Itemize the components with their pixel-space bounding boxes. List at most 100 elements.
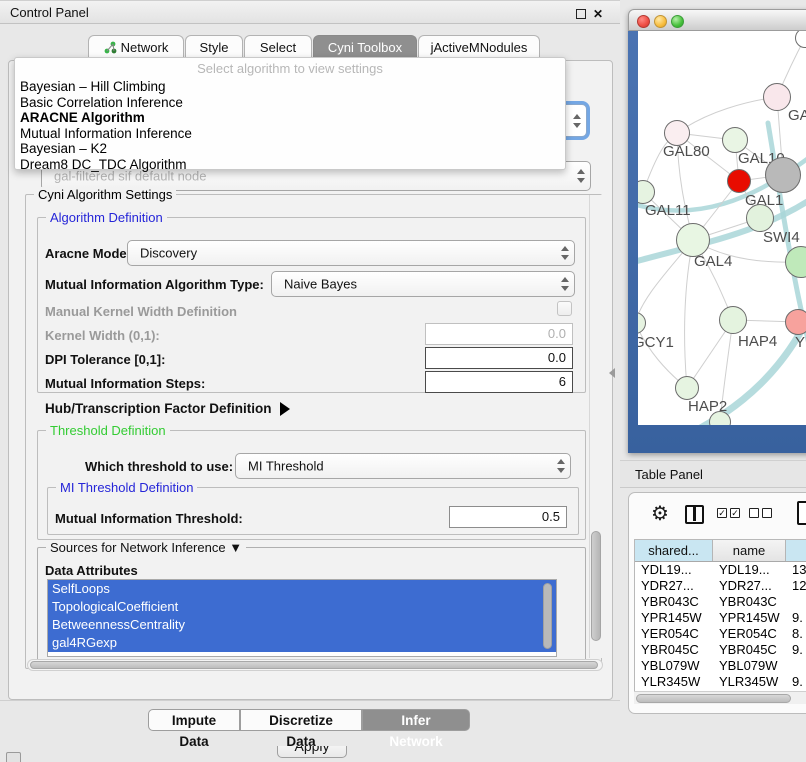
which-threshold-value: MI Threshold (248, 459, 324, 474)
tab-label: Select (260, 40, 296, 55)
mi-threshold-field[interactable]: 0.5 (449, 506, 567, 528)
manual-kernel-label: Manual Kernel Width Definition (45, 304, 237, 319)
app-root: Control Panel ✕ NetworkStyleSelectCyni T… (0, 0, 806, 762)
table-row[interactable]: YLR345WYLR345W9. (635, 674, 806, 690)
mi-type-label: Mutual Information Algorithm Type: (45, 277, 264, 292)
column-header-name[interactable]: name (713, 540, 786, 561)
table-row[interactable]: YBR043CYBR043C (635, 594, 806, 610)
table-row[interactable]: YBR045CYBR045C9. (635, 642, 806, 658)
mi-type-combobox[interactable]: Naive Bayes (271, 271, 575, 297)
table-cell: YBR045C (635, 642, 713, 658)
mi-type-value: Naive Bayes (284, 277, 357, 292)
dock-chip-icon[interactable] (6, 752, 21, 762)
settings-vscroll-thumb[interactable] (591, 531, 601, 641)
table-cell: YPR145W (713, 610, 786, 626)
algorithm-option[interactable]: Bayesian – Hill Climbing (15, 79, 565, 95)
table-cell: YBL079W (635, 658, 713, 674)
network-node-hap4[interactable] (719, 306, 747, 334)
table-toolbar: ⚙ ✓ ✓ (629, 493, 806, 537)
select-all-icon[interactable]: ✓ ✓ (717, 508, 740, 518)
table-cell: YBR043C (635, 594, 713, 610)
tab-label: Style (200, 40, 229, 55)
table-cell (786, 658, 806, 674)
network-node-swi4[interactable] (746, 204, 774, 232)
hub-definition-label: Hub/Transcription Factor Definition (45, 401, 272, 416)
node-table[interactable]: shared...name YDL19...YDL19...13YDR27...… (634, 539, 806, 704)
node-label: GAL80 (663, 143, 710, 160)
network-node-gal4[interactable] (676, 223, 710, 257)
settings-horizontal-scrollbar[interactable] (27, 659, 603, 671)
settings-hscroll-thumb[interactable] (30, 661, 598, 669)
column-header-shared...[interactable]: shared... (635, 540, 713, 561)
settings-vertical-scrollbar[interactable] (589, 195, 602, 658)
table-row[interactable]: YBL079WYBL079W (635, 658, 806, 674)
columns-icon[interactable] (685, 505, 704, 524)
minimize-window-icon[interactable] (654, 15, 667, 28)
data-attribute-item[interactable]: TopologicalCoefficient (48, 598, 556, 616)
table-cell (786, 594, 806, 610)
float-panel-icon[interactable] (576, 9, 586, 19)
table-panel-title: Table Panel (635, 467, 703, 482)
network-node[interactable] (765, 157, 801, 193)
gear-icon[interactable]: ⚙ (651, 499, 669, 529)
table-cell: 9. (786, 610, 806, 626)
algorithm-option[interactable]: ARACNE Algorithm (15, 110, 565, 126)
node-label: GAL11 (645, 202, 691, 219)
data-attribute-item[interactable]: SelfLoops (48, 580, 556, 598)
table-hscroll-thumb[interactable] (636, 694, 791, 703)
table-row[interactable]: YDL19...YDL19...13 (635, 562, 806, 578)
node-label: GAL (788, 107, 806, 124)
table-cell: 9. (786, 642, 806, 658)
checked-box-icon: ✓ (717, 508, 727, 518)
table-panel-container: ⚙ ✓ ✓ shared...name YDL19...YDL19...13YD… (628, 492, 806, 714)
dpi-tolerance-field[interactable]: 0.0 (425, 347, 573, 369)
bottom-tab-infer-network[interactable]: Infer Network (362, 709, 470, 731)
mi-steps-field[interactable]: 6 (425, 371, 573, 393)
network-window-titlebar[interactable] (628, 9, 806, 31)
network-node-y[interactable] (785, 309, 806, 335)
table-panel-header: Table Panel (620, 460, 806, 488)
deselect-all-icon[interactable] (749, 508, 772, 518)
bottom-tab-impute-data[interactable]: Impute Data (148, 709, 240, 731)
threshold-definition-label: Threshold Definition (46, 423, 170, 438)
network-node-gal[interactable] (763, 83, 791, 111)
bottom-tab-discretize-data[interactable]: Discretize Data (240, 709, 362, 731)
zoom-window-icon[interactable] (671, 15, 684, 28)
table-cell: YDL19... (713, 562, 786, 578)
table-cell: YLR345W (713, 674, 786, 690)
close-window-icon[interactable] (637, 15, 650, 28)
column-header-hidden[interactable] (786, 540, 806, 561)
manual-kernel-checkbox[interactable] (557, 301, 572, 316)
sources-title: Sources for Network Inference (50, 540, 226, 555)
which-threshold-combobox[interactable]: MI Threshold (235, 453, 571, 479)
aracne-mode-combobox[interactable]: Discovery (127, 240, 575, 266)
splitter-collapse-icon[interactable] (609, 368, 615, 378)
network-view-window: GALGAL80GAL10GAL1GAL11SWI4GAL4GCY1HAP4YH… (628, 9, 806, 453)
table-row[interactable]: YPR145WYPR145W9. (635, 610, 806, 626)
hub-definition-toggle[interactable]: Hub/Transcription Factor Definition (45, 401, 290, 416)
table-row[interactable]: YDR27...YDR27...12 (635, 578, 806, 594)
table-cell: YER054C (635, 626, 713, 642)
table-cell: YBL079W (713, 658, 786, 674)
network-node-hap2[interactable] (675, 376, 699, 400)
data-attributes-list[interactable]: SelfLoopsTopologicalCoefficientBetweenne… (47, 579, 557, 657)
document-icon[interactable] (797, 501, 806, 525)
network-node-gal1[interactable] (727, 169, 751, 193)
stepper-icon (571, 114, 582, 128)
attribute-list-scrollbar[interactable] (543, 583, 552, 649)
data-attribute-item[interactable]: BetweennessCentrality (48, 616, 556, 634)
algorithm-option[interactable]: Basic Correlation Inference (15, 95, 565, 111)
table-row[interactable]: YER054CYER054C8. (635, 626, 806, 642)
checked-box-icon: ✓ (730, 508, 740, 518)
algorithm-option[interactable]: Dream8 DC_TDC Algorithm (15, 157, 565, 173)
cyni-algorithm-settings-label: Cyni Algorithm Settings (34, 187, 176, 202)
sources-label[interactable]: Sources for Network Inference ▼ (46, 540, 246, 555)
algorithm-dropdown: Select algorithm to view settings Bayesi… (14, 57, 566, 170)
table-horizontal-scrollbar[interactable] (634, 691, 806, 704)
close-panel-icon[interactable]: ✕ (593, 7, 603, 21)
kernel-width-field[interactable]: 0.0 (425, 323, 573, 345)
data-attribute-item[interactable]: gal4RGexp (48, 634, 556, 652)
algorithm-option[interactable]: Bayesian – K2 (15, 141, 565, 157)
network-canvas[interactable]: GALGAL80GAL10GAL1GAL11SWI4GAL4GCY1HAP4YH… (638, 31, 806, 425)
algorithm-option[interactable]: Mutual Information Inference (15, 126, 565, 142)
